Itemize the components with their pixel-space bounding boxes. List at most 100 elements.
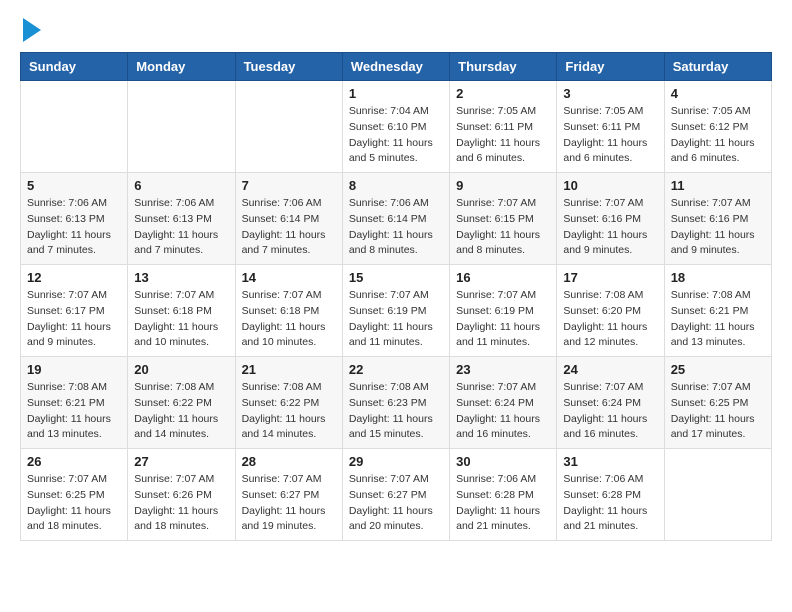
calendar-cell: 5 Sunrise: 7:06 AMSunset: 6:13 PMDaylight… — [21, 173, 128, 265]
day-number: 21 — [242, 362, 336, 377]
calendar-cell — [664, 449, 771, 541]
day-info: Sunrise: 7:06 AMSunset: 6:28 PMDaylight:… — [563, 472, 657, 535]
weekday-header-tuesday: Tuesday — [235, 53, 342, 81]
calendar-cell: 30 Sunrise: 7:06 AMSunset: 6:28 PMDayligh… — [450, 449, 557, 541]
day-info: Sunrise: 7:05 AMSunset: 6:12 PMDaylight:… — [671, 104, 765, 167]
calendar-cell: 13 Sunrise: 7:07 AMSunset: 6:18 PMDayligh… — [128, 265, 235, 357]
logo-arrow-icon — [23, 18, 41, 42]
day-number: 22 — [349, 362, 443, 377]
weekday-header-monday: Monday — [128, 53, 235, 81]
calendar-cell: 28Sunrise: 7:07 AMSunset: 6:27 PMDayligh… — [235, 449, 342, 541]
day-number: 13 — [134, 270, 228, 285]
day-info: Sunrise: 7:07 AMSunset: 6:18 PMDaylight:… — [134, 288, 228, 351]
day-number: 8 — [349, 178, 443, 193]
day-info: Sunrise: 7:06 AMSunset: 6:13 PMDaylight:… — [134, 196, 228, 259]
calendar-cell: 4 Sunrise: 7:05 AMSunset: 6:12 PMDaylight… — [664, 81, 771, 173]
day-number: 10 — [563, 178, 657, 193]
calendar-cell: 20 Sunrise: 7:08 AMSunset: 6:22 PMDayligh… — [128, 357, 235, 449]
calendar-week-row: 1 Sunrise: 7:04 AMSunset: 6:10 PMDaylight… — [21, 81, 772, 173]
calendar-cell — [235, 81, 342, 173]
day-info: Sunrise: 7:08 AMSunset: 6:21 PMDaylight:… — [671, 288, 765, 351]
calendar-cell: 6 Sunrise: 7:06 AMSunset: 6:13 PMDaylight… — [128, 173, 235, 265]
weekday-header-friday: Friday — [557, 53, 664, 81]
day-number: 2 — [456, 86, 550, 101]
day-info: Sunrise: 7:06 AMSunset: 6:14 PMDaylight:… — [349, 196, 443, 259]
day-info: Sunrise: 7:07 AMSunset: 6:19 PMDaylight:… — [349, 288, 443, 351]
day-info: Sunrise: 7:07 AMSunset: 6:16 PMDaylight:… — [563, 196, 657, 259]
day-number: 23 — [456, 362, 550, 377]
day-info: Sunrise: 7:08 AMSunset: 6:22 PMDaylight:… — [134, 380, 228, 443]
logo — [20, 20, 41, 42]
day-info: Sunrise: 7:07 AMSunset: 6:17 PMDaylight:… — [27, 288, 121, 351]
day-info: Sunrise: 7:05 AMSunset: 6:11 PMDaylight:… — [563, 104, 657, 167]
calendar-cell: 25Sunrise: 7:07 AMSunset: 6:25 PMDayligh… — [664, 357, 771, 449]
day-info: Sunrise: 7:07 AMSunset: 6:18 PMDaylight:… — [242, 288, 336, 351]
calendar-cell: 7 Sunrise: 7:06 AMSunset: 6:14 PMDaylight… — [235, 173, 342, 265]
calendar-cell — [128, 81, 235, 173]
weekday-header-saturday: Saturday — [664, 53, 771, 81]
day-number: 4 — [671, 86, 765, 101]
calendar-cell: 18Sunrise: 7:08 AMSunset: 6:21 PMDayligh… — [664, 265, 771, 357]
day-number: 6 — [134, 178, 228, 193]
calendar-cell: 14 Sunrise: 7:07 AMSunset: 6:18 PMDayligh… — [235, 265, 342, 357]
day-info: Sunrise: 7:08 AMSunset: 6:21 PMDaylight:… — [27, 380, 121, 443]
day-info: Sunrise: 7:07 AMSunset: 6:25 PMDaylight:… — [27, 472, 121, 535]
day-number: 1 — [349, 86, 443, 101]
calendar-cell: 23 Sunrise: 7:07 AMSunset: 6:24 PMDayligh… — [450, 357, 557, 449]
day-info: Sunrise: 7:07 AMSunset: 6:24 PMDaylight:… — [456, 380, 550, 443]
day-number: 5 — [27, 178, 121, 193]
day-number: 29 — [349, 454, 443, 469]
day-info: Sunrise: 7:07 AMSunset: 6:15 PMDaylight:… — [456, 196, 550, 259]
calendar-week-row: 5 Sunrise: 7:06 AMSunset: 6:13 PMDaylight… — [21, 173, 772, 265]
day-info: Sunrise: 7:04 AMSunset: 6:10 PMDaylight:… — [349, 104, 443, 167]
day-number: 30 — [456, 454, 550, 469]
day-info: Sunrise: 7:08 AMSunset: 6:23 PMDaylight:… — [349, 380, 443, 443]
calendar-cell: 16 Sunrise: 7:07 AMSunset: 6:19 PMDayligh… — [450, 265, 557, 357]
day-number: 14 — [242, 270, 336, 285]
day-number: 7 — [242, 178, 336, 193]
day-info: Sunrise: 7:07 AMSunset: 6:27 PMDaylight:… — [242, 472, 336, 535]
weekday-header-thursday: Thursday — [450, 53, 557, 81]
day-number: 3 — [563, 86, 657, 101]
calendar-cell: 24Sunrise: 7:07 AMSunset: 6:24 PMDayligh… — [557, 357, 664, 449]
weekday-header-wednesday: Wednesday — [342, 53, 449, 81]
calendar-cell: 3 Sunrise: 7:05 AMSunset: 6:11 PMDaylight… — [557, 81, 664, 173]
day-number: 15 — [349, 270, 443, 285]
calendar-cell: 19 Sunrise: 7:08 AMSunset: 6:21 PMDayligh… — [21, 357, 128, 449]
calendar-cell: 9Sunrise: 7:07 AMSunset: 6:15 PMDaylight… — [450, 173, 557, 265]
day-info: Sunrise: 7:07 AMSunset: 6:16 PMDaylight:… — [671, 196, 765, 259]
calendar-cell: 1 Sunrise: 7:04 AMSunset: 6:10 PMDaylight… — [342, 81, 449, 173]
calendar-cell: 26Sunrise: 7:07 AMSunset: 6:25 PMDayligh… — [21, 449, 128, 541]
day-number: 20 — [134, 362, 228, 377]
calendar-cell: 10 Sunrise: 7:07 AMSunset: 6:16 PMDayligh… — [557, 173, 664, 265]
day-number: 11 — [671, 178, 765, 193]
day-number: 16 — [456, 270, 550, 285]
calendar-cell: 8 Sunrise: 7:06 AMSunset: 6:14 PMDaylight… — [342, 173, 449, 265]
day-info: Sunrise: 7:08 AMSunset: 6:22 PMDaylight:… — [242, 380, 336, 443]
calendar-header-row: SundayMondayTuesdayWednesdayThursdayFrid… — [21, 53, 772, 81]
calendar-cell: 15 Sunrise: 7:07 AMSunset: 6:19 PMDayligh… — [342, 265, 449, 357]
calendar-cell: 21 Sunrise: 7:08 AMSunset: 6:22 PMDayligh… — [235, 357, 342, 449]
day-number: 19 — [27, 362, 121, 377]
day-info: Sunrise: 7:07 AMSunset: 6:19 PMDaylight:… — [456, 288, 550, 351]
calendar-cell: 27Sunrise: 7:07 AMSunset: 6:26 PMDayligh… — [128, 449, 235, 541]
weekday-header-sunday: Sunday — [21, 53, 128, 81]
day-info: Sunrise: 7:06 AMSunset: 6:13 PMDaylight:… — [27, 196, 121, 259]
calendar-cell: 29Sunrise: 7:07 AMSunset: 6:27 PMDayligh… — [342, 449, 449, 541]
day-info: Sunrise: 7:07 AMSunset: 6:25 PMDaylight:… — [671, 380, 765, 443]
calendar-cell: 22 Sunrise: 7:08 AMSunset: 6:23 PMDayligh… — [342, 357, 449, 449]
calendar-table: SundayMondayTuesdayWednesdayThursdayFrid… — [20, 52, 772, 541]
calendar-cell: 12 Sunrise: 7:07 AMSunset: 6:17 PMDayligh… — [21, 265, 128, 357]
day-info: Sunrise: 7:08 AMSunset: 6:20 PMDaylight:… — [563, 288, 657, 351]
calendar-week-row: 12 Sunrise: 7:07 AMSunset: 6:17 PMDayligh… — [21, 265, 772, 357]
day-info: Sunrise: 7:07 AMSunset: 6:24 PMDaylight:… — [563, 380, 657, 443]
day-number: 17 — [563, 270, 657, 285]
day-number: 12 — [27, 270, 121, 285]
calendar-week-row: 19 Sunrise: 7:08 AMSunset: 6:21 PMDayligh… — [21, 357, 772, 449]
calendar-cell: 17 Sunrise: 7:08 AMSunset: 6:20 PMDayligh… — [557, 265, 664, 357]
day-info: Sunrise: 7:06 AMSunset: 6:14 PMDaylight:… — [242, 196, 336, 259]
day-number: 27 — [134, 454, 228, 469]
calendar-cell: 11 Sunrise: 7:07 AMSunset: 6:16 PMDayligh… — [664, 173, 771, 265]
day-info: Sunrise: 7:06 AMSunset: 6:28 PMDaylight:… — [456, 472, 550, 535]
calendar-cell: 31Sunrise: 7:06 AMSunset: 6:28 PMDayligh… — [557, 449, 664, 541]
